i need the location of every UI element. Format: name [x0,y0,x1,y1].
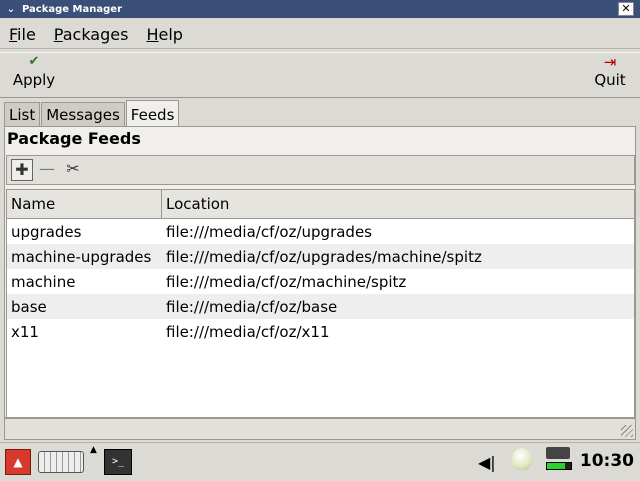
tab-feeds[interactable]: Feeds [125,100,180,128]
menu-packages[interactable]: Packages [51,25,132,44]
apply-button[interactable]: ✔ Apply [8,53,60,93]
brightness-bulb-icon[interactable] [512,448,532,470]
feed-table: Name Location upgrades file:///media/cf/o… [6,189,635,418]
table-row[interactable]: x11 file:///media/cf/oz/x11 [7,319,634,344]
feed-properties-button[interactable]: ✂ [63,159,83,179]
add-feed-button[interactable]: ✚ [11,159,33,181]
tab-bar: List Messages Feeds [4,100,180,128]
status-bar [4,418,636,440]
feed-name-cell: base [11,297,47,316]
close-icon[interactable]: ✕ [618,2,634,16]
feed-location-cell: file:///media/cf/oz/upgrades [166,222,372,241]
clock[interactable]: 10:30 [580,451,634,471]
apply-label: Apply [12,71,56,89]
feeds-panel: Package Feeds ✚ — ✂ Name Location upgrad… [4,126,636,418]
battery-card-icon [546,447,570,459]
exit-icon: ⇥ [603,53,617,71]
resize-grip-icon[interactable] [621,425,633,437]
feed-toolbar: ✚ — ✂ [6,155,635,185]
tab-messages[interactable]: Messages [41,102,125,127]
feed-location-cell: file:///media/cf/oz/upgrades/machine/spi… [166,247,482,266]
table-row[interactable]: machine-upgrades file:///media/cf/oz/upgr… [7,244,634,269]
input-method-arrow-icon[interactable]: ▲ [90,445,97,455]
table-row[interactable]: upgrades file:///media/cf/oz/upgrades [7,219,634,244]
tools-icon: ✂ [66,159,80,178]
feed-name-cell: machine-upgrades [11,247,152,266]
column-header-location[interactable]: Location [162,190,634,218]
check-icon: ✔ [28,54,40,69]
battery-icon[interactable] [546,447,572,473]
window-menu-icon[interactable]: ⌄ [0,4,22,15]
menu-file[interactable]: File [6,25,39,44]
table-row[interactable]: base file:///media/cf/oz/base [7,294,634,319]
table-header: Name Location [7,190,634,219]
table-row[interactable]: machine file:///media/cf/oz/machine/spitz [7,269,634,294]
feed-location-cell: file:///media/cf/oz/x11 [166,322,330,341]
tab-list[interactable]: List [4,102,41,127]
toolbar: ✔ Apply ⇥ Quit [0,52,640,98]
feed-name-cell: x11 [11,322,39,341]
feed-name-cell: upgrades [11,222,82,241]
start-menu-button[interactable]: ▲ [5,449,31,475]
feed-location-cell: file:///media/cf/oz/machine/spitz [166,272,407,291]
quit-label: Quit [594,71,626,89]
table-body: upgrades file:///media/cf/oz/upgrades mach… [7,219,634,344]
battery-level [546,462,572,470]
column-header-name[interactable]: Name [7,190,162,218]
quit-button[interactable]: ⇥ Quit [588,53,632,93]
minus-icon: — [39,159,55,178]
window-title: Package Manager [22,3,122,15]
menu-help[interactable]: Help [143,25,185,44]
keyboard-icon[interactable] [38,451,84,473]
taskbar: ▲ ▲ >_ ◀| 10:30 [0,442,640,481]
menu-bar: File Packages Help [0,20,640,49]
panel-title: Package Feeds [7,129,141,148]
feed-name-cell: machine [11,272,76,291]
volume-icon[interactable]: ◀| [478,453,496,472]
plus-icon: ✚ [15,160,29,179]
remove-feed-button[interactable]: — [37,159,57,179]
terminal-icon[interactable]: >_ [104,449,132,475]
feed-location-cell: file:///media/cf/oz/base [166,297,338,316]
window-titlebar: ⌄ Package Manager ✕ [0,0,640,18]
